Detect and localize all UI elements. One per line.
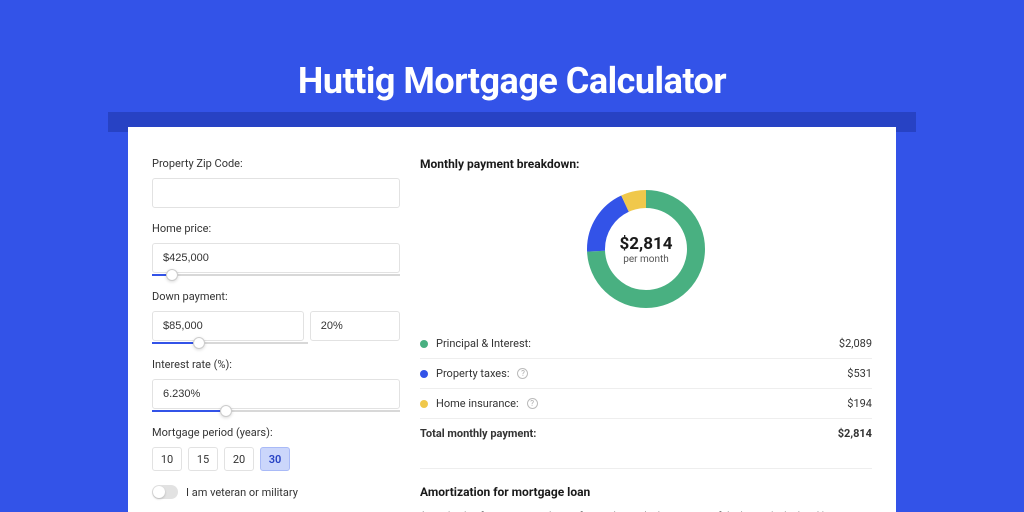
line-item-label: Home insurance: <box>436 397 519 410</box>
down-payment-amount-input[interactable] <box>152 311 304 341</box>
down-payment-slider[interactable] <box>152 342 308 344</box>
period-group: Mortgage period (years): 10 15 20 30 <box>152 426 400 471</box>
price-slider[interactable] <box>152 274 400 276</box>
down-payment-group: Down payment: <box>152 290 400 344</box>
donut-chart: $2,814 per month <box>584 187 708 311</box>
line-item-value: $2,089 <box>839 337 872 350</box>
line-item-total: Total monthly payment: $2,814 <box>420 419 872 448</box>
down-payment-slider-thumb[interactable] <box>193 337 205 349</box>
donut-amount: $2,814 <box>620 234 673 254</box>
rate-input[interactable] <box>152 379 400 409</box>
rate-label: Interest rate (%): <box>152 358 400 371</box>
total-label: Total monthly payment: <box>420 427 536 440</box>
rate-group: Interest rate (%): <box>152 358 400 412</box>
veteran-row: I am veteran or military <box>152 485 400 499</box>
amortization-title: Amortization for mortgage loan <box>420 485 872 499</box>
total-value: $2,814 <box>838 427 872 440</box>
breakdown-title: Monthly payment breakdown: <box>420 157 872 171</box>
down-payment-percent-input[interactable] <box>310 311 400 341</box>
rate-slider-thumb[interactable] <box>220 405 232 417</box>
price-group: Home price: <box>152 222 400 276</box>
price-slider-thumb[interactable] <box>166 269 178 281</box>
rate-slider[interactable] <box>152 410 400 412</box>
dot-icon <box>420 340 428 348</box>
period-button-10[interactable]: 10 <box>152 447 182 471</box>
calculator-card: Property Zip Code: Home price: Down paym… <box>128 127 896 512</box>
info-icon[interactable]: ? <box>517 368 528 379</box>
period-label: Mortgage period (years): <box>152 426 400 439</box>
line-item-label: Property taxes: <box>436 367 509 380</box>
line-item-taxes: Property taxes: ? $531 <box>420 359 872 389</box>
veteran-toggle[interactable] <box>152 485 178 499</box>
info-icon[interactable]: ? <box>527 398 538 409</box>
amortization-section: Amortization for mortgage loan Amortizat… <box>420 468 872 512</box>
line-item-insurance: Home insurance: ? $194 <box>420 389 872 419</box>
zip-group: Property Zip Code: <box>152 157 400 208</box>
donut-chart-wrap: $2,814 per month <box>420 187 872 311</box>
dot-icon <box>420 400 428 408</box>
line-item-label: Principal & Interest: <box>436 337 531 350</box>
page-title: Huttig Mortgage Calculator <box>0 60 1024 102</box>
period-button-15[interactable]: 15 <box>188 447 218 471</box>
down-payment-label: Down payment: <box>152 290 400 303</box>
input-panel: Property Zip Code: Home price: Down paym… <box>152 157 400 512</box>
veteran-label: I am veteran or military <box>186 486 298 499</box>
zip-label: Property Zip Code: <box>152 157 400 170</box>
donut-subtext: per month <box>623 254 669 265</box>
price-input[interactable] <box>152 243 400 273</box>
zip-input[interactable] <box>152 178 400 208</box>
line-item-value: $531 <box>847 367 872 380</box>
line-item-value: $194 <box>847 397 872 410</box>
breakdown-panel: Monthly payment breakdown: $2,814 per mo… <box>420 157 872 512</box>
period-button-20[interactable]: 20 <box>224 447 254 471</box>
page-background: Huttig Mortgage Calculator Property Zip … <box>0 0 1024 512</box>
period-button-30[interactable]: 30 <box>260 447 290 471</box>
price-label: Home price: <box>152 222 400 235</box>
dot-icon <box>420 370 428 378</box>
line-item-principal: Principal & Interest: $2,089 <box>420 329 872 359</box>
